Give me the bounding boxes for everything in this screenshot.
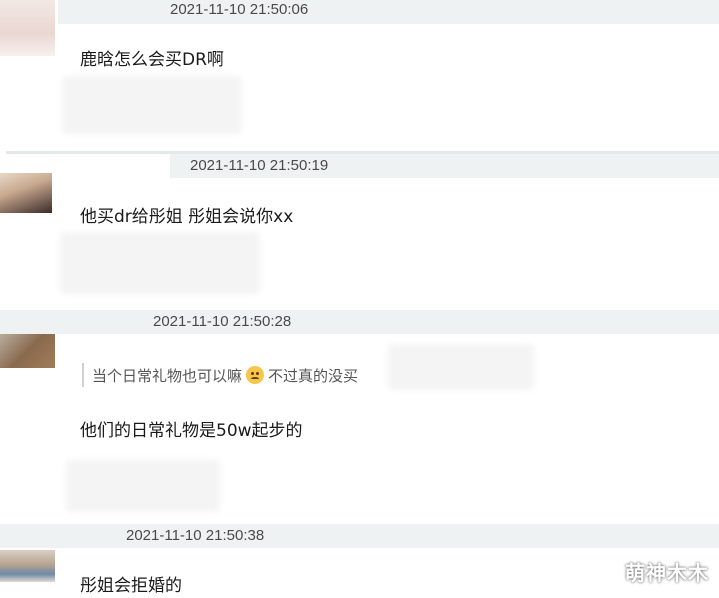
comment-header-bar [0,310,719,334]
comment-timestamp: 2021-11-10 21:50:28 [153,313,292,330]
avatar[interactable] [0,0,55,56]
comment-text: 鹿晗怎么会买DR啊 [80,50,224,70]
blurred-image [66,460,220,512]
avatar[interactable] [0,173,52,213]
sad-face-emoji [246,366,265,384]
comment-text: 彤姐会拒婚的 [80,576,182,596]
comment-header-bar [58,0,719,24]
comment-header-bar [0,524,719,548]
avatar[interactable] [0,550,55,582]
watermark: 萌神木木 [625,561,709,585]
comment-timestamp: 2021-11-10 21:50:19 [190,157,329,174]
blurred-image [388,344,534,390]
comment-timestamp: 2021-11-10 21:50:38 [126,527,265,544]
comment-text: 他买dr给彤姐 彤姐会说你xx [80,207,294,227]
quote-text: 当个日常礼物也可以嘛 [92,366,243,385]
blurred-image [60,232,260,294]
blurred-image [62,76,242,134]
quoted-reply: 当个日常礼物也可以嘛 不过真的没买 [82,363,358,387]
comment-text: 他们的日常礼物是50w起步的 [80,421,303,441]
comment-timestamp: 2021-11-10 21:50:06 [170,1,309,18]
avatar[interactable] [0,334,55,368]
quote-tail-text: 不过真的没买 [268,366,359,385]
